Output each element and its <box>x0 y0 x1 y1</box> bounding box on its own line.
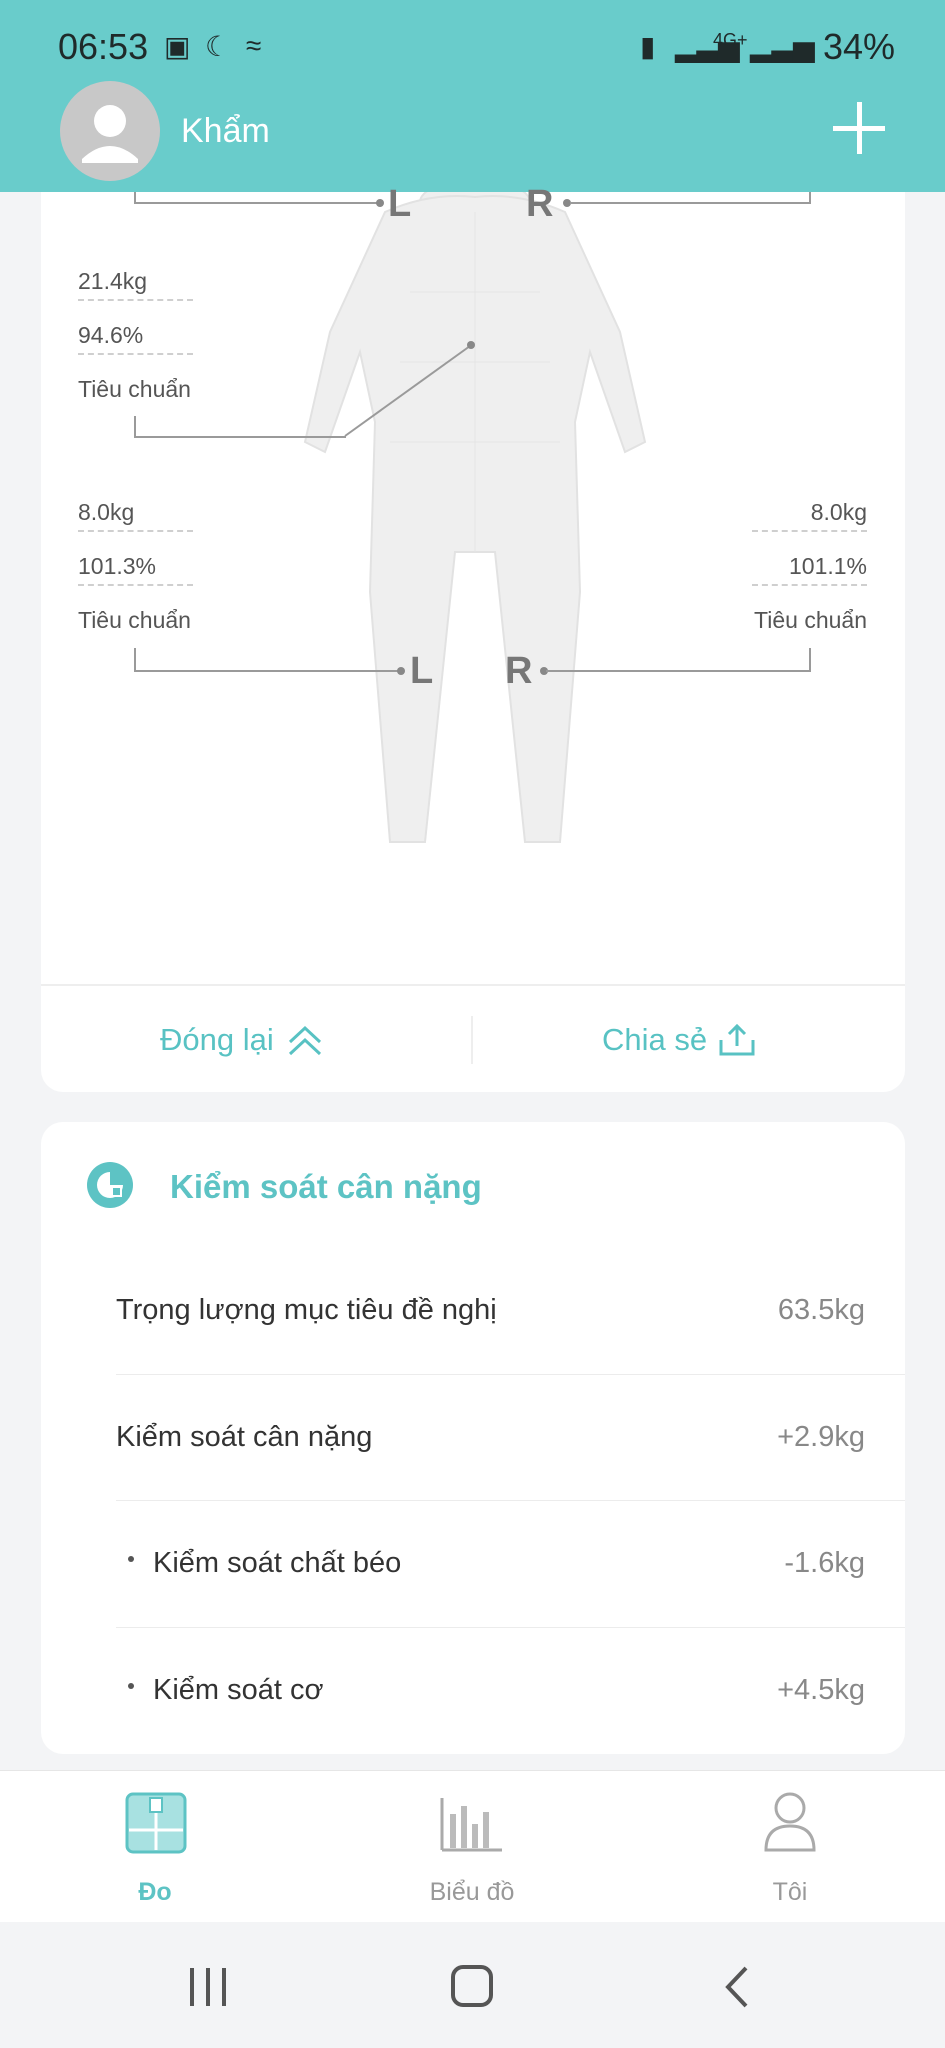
fat-control-value: -1.6kg <box>784 1547 865 1579</box>
target-weight-value: 63.5kg <box>777 1294 865 1326</box>
user-name[interactable]: Khẩm <box>181 112 270 151</box>
muscle-control-value: +4.5kg <box>777 1674 865 1706</box>
network-type: 4G+ <box>713 30 748 50</box>
body-figure-icon <box>303 192 647 843</box>
avatar[interactable] <box>60 81 160 181</box>
close-button-label: Đóng lại <box>160 1022 274 1057</box>
sim-icon: ▮ <box>640 31 656 62</box>
back-icon[interactable] <box>722 1964 752 2010</box>
nav-measure-label: Đo <box>138 1878 172 1906</box>
right-leg-status: Tiêu chuẩn <box>754 607 867 633</box>
bullet <box>128 1683 134 1689</box>
leg-right-marker: R <box>505 650 533 692</box>
weight-control-title: Kiểm soát cân nặng <box>170 1168 482 1205</box>
share-icon <box>719 1023 755 1056</box>
connector-line <box>134 202 379 204</box>
share-button[interactable]: Chia sẻ <box>602 1020 757 1060</box>
chevron-double-up-icon <box>288 1025 321 1056</box>
row-divider <box>116 1627 905 1628</box>
connector-line <box>134 648 136 672</box>
row-divider <box>116 1500 905 1501</box>
weight-control-value: +2.9kg <box>777 1421 865 1453</box>
trunk-status: Tiêu chuẩn <box>78 376 191 402</box>
right-leg-percent: 101.1% <box>752 553 867 586</box>
moon-icon: ☾ <box>205 31 231 62</box>
connector-line <box>809 648 811 672</box>
action-divider <box>471 1016 473 1064</box>
connector-line <box>134 416 136 438</box>
share-button-label: Chia sẻ <box>602 1022 708 1057</box>
left-leg-weight: 8.0kg <box>78 499 193 532</box>
connector-line <box>546 670 811 672</box>
bar-chart-icon <box>440 1798 502 1852</box>
connector-line <box>134 436 346 438</box>
left-leg-status: Tiêu chuẩn <box>78 607 191 633</box>
bullet <box>128 1556 134 1562</box>
trunk-connector <box>344 341 475 437</box>
home-icon[interactable] <box>450 1964 494 2008</box>
target-weight-label: Trọng lượng mục tiêu đề nghị <box>116 1294 497 1326</box>
weight-control-label: Kiểm soát cân nặng <box>116 1421 373 1453</box>
marker-dot <box>397 667 405 675</box>
battery-level: 34% <box>822 26 895 67</box>
nav-chart[interactable]: Biểu đồ <box>372 1790 572 1910</box>
leg-left-marker: L <box>410 650 434 692</box>
user-icon <box>764 1792 816 1852</box>
gallery-icon: ▣ <box>164 31 191 62</box>
top-left-marker: L <box>388 183 412 225</box>
recent-apps-icon[interactable] <box>186 1966 230 2008</box>
trunk-weight: 21.4kg <box>78 268 193 301</box>
add-icon[interactable] <box>833 102 885 154</box>
connector-line <box>134 670 400 672</box>
weight-control-icon <box>87 1162 133 1208</box>
nav-chart-label: Biểu đồ <box>429 1878 515 1906</box>
row-divider <box>116 1374 905 1375</box>
user-icon <box>82 105 138 163</box>
nav-me[interactable]: Tôi <box>690 1790 890 1910</box>
fat-control-label: Kiểm soát chất béo <box>153 1547 402 1579</box>
signal-icon-2: ▂▃▅ <box>750 31 815 62</box>
close-button[interactable]: Đóng lại <box>160 1020 324 1060</box>
top-right-marker: R <box>526 183 554 225</box>
left-leg-percent: 101.3% <box>78 553 193 586</box>
connector-line <box>570 202 811 204</box>
muscle-control-label: Kiểm soát cơ <box>153 1674 324 1706</box>
right-leg-weight: 8.0kg <box>752 499 867 532</box>
status-bar: 06:53 ▣ ☾ ≈ ▮ ▂▃▅ 4G+ ▂▃▅ 34% <box>0 0 945 90</box>
trunk-percent: 94.6% <box>78 322 193 355</box>
vibrate-icon: ≈ <box>246 30 262 61</box>
marker-dot <box>376 199 384 207</box>
nav-measure[interactable]: Đo <box>55 1790 255 1910</box>
connector-line <box>809 192 811 204</box>
card-divider <box>41 984 905 986</box>
scale-icon <box>125 1792 187 1854</box>
nav-me-label: Tôi <box>772 1878 808 1906</box>
status-time: 06:53 <box>58 26 149 67</box>
